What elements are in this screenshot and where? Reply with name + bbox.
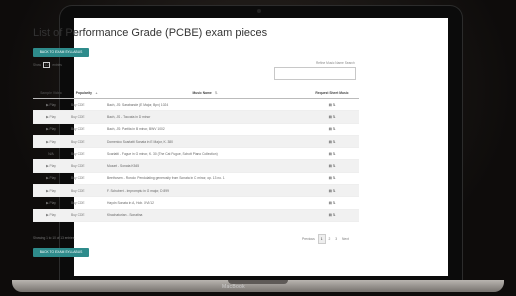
table-row: ▶ Play Buy CDE Bach, JS: Partita in B mi…: [33, 123, 359, 136]
table-row: ▶ Play Buy CDE Khachaturian - Sonatina ▤…: [33, 209, 359, 222]
pager-next[interactable]: Next: [340, 235, 351, 243]
table-row: ▶ Play Buy CDE Domenico Scarlatti Sonata…: [33, 135, 359, 149]
request-sheet-icon[interactable]: ▤ ⇅: [305, 209, 359, 222]
request-sheet-icon[interactable]: ▤ ⇅: [305, 98, 359, 112]
search-input[interactable]: [274, 67, 356, 80]
back-to-syllabus-button-bottom[interactable]: BACK TO EXAM SYLLABUS: [33, 248, 89, 257]
buy-cd-link[interactable]: Buy CDE: [69, 147, 105, 161]
request-sheet-icon[interactable]: ▤ ⇅: [305, 110, 359, 124]
request-sheet-icon[interactable]: ▤ ⇅: [305, 172, 359, 186]
sort-icon: ⇅: [214, 91, 218, 95]
sort-icon: ▲: [94, 91, 99, 95]
search-label: Refine Music Name Search: [316, 61, 355, 65]
show-label: Show: [33, 63, 41, 67]
page-title: List of Performance Grade (PCBE) exam pi…: [33, 27, 268, 39]
music-name: F. Schubert - Impromptu in G major, D 89…: [105, 184, 305, 198]
buy-cd-link[interactable]: Buy CDE: [69, 98, 105, 112]
play-button[interactable]: ▶ Play: [33, 159, 69, 173]
column-header-music-name[interactable]: Music Name ⇅: [105, 88, 305, 99]
buy-cd-link[interactable]: Buy CDE: [69, 172, 105, 186]
table-row: ▶ Play Buy CDE F. Schubert - Impromptu i…: [33, 184, 359, 198]
showing-entries-info: Showing 1 to 10 of 13 entries: [33, 236, 75, 240]
music-name: Haydn Sonata in A, Hob. XVI/12: [105, 196, 305, 210]
play-unavailable: N/A: [33, 147, 69, 161]
request-sheet-icon[interactable]: ▤ ⇅: [305, 135, 359, 149]
request-sheet-icon[interactable]: ▤ ⇅: [305, 147, 359, 161]
music-name: Domenico Scarlatti Sonata in E Major, K.…: [105, 135, 305, 149]
play-button[interactable]: ▶ Play: [33, 184, 69, 198]
music-name: Bach, JS: Sarabande (E Major, Bpv) 1024: [105, 98, 305, 112]
play-button[interactable]: ▶ Play: [33, 98, 69, 112]
table-row: ▶ Play Buy CDE Mozart - Sonata K545 ▤ ⇅: [33, 159, 359, 173]
show-entries: Show 10 entries: [33, 62, 62, 68]
entries-select[interactable]: 10: [42, 62, 51, 68]
music-name: Khachaturian - Sonatina: [105, 209, 305, 222]
buy-cd-link[interactable]: Buy CDE: [69, 123, 105, 136]
table-row: ▶ Play Buy CDE Beethoven - Rondo: Pendul…: [33, 172, 359, 186]
column-header-popularity[interactable]: Popularity ▲: [69, 88, 105, 99]
pager-page-1[interactable]: 1: [317, 234, 326, 244]
request-sheet-icon[interactable]: ▤ ⇅: [305, 159, 359, 173]
column-header-sample-video[interactable]: Sample Video: [33, 88, 69, 99]
laptop-base: [12, 280, 504, 292]
pagination: Previous 1 2 3 Next: [300, 234, 351, 244]
music-name: Beethoven - Rondo: Pendulating generosit…: [105, 172, 305, 186]
music-name: Bach, JS: Partita in B minor, BWV 1002: [105, 123, 305, 136]
column-header-request-sheet-music[interactable]: Request Sheet Music: [305, 88, 359, 99]
table-row: ▶ Play Buy CDE Bach, JS - Toccata in D m…: [33, 110, 359, 124]
pager-page-3[interactable]: 3: [333, 235, 339, 243]
play-button[interactable]: ▶ Play: [33, 172, 69, 186]
table-row: ▶ Play Buy CDE Bach, JS: Sarabande (E Ma…: [33, 98, 359, 112]
music-name: Mozart - Sonata K545: [105, 159, 305, 173]
camera-icon: [257, 9, 261, 13]
table-row: ▶ Play Buy CDE Haydn Sonata in A, Hob. X…: [33, 196, 359, 210]
music-name: Bach, JS - Toccata in D minor: [105, 110, 305, 124]
laptop-brand-label: MacBook: [222, 284, 245, 290]
play-button[interactable]: ▶ Play: [33, 110, 69, 124]
table-header-row: Sample Video Popularity ▲ Music Name ⇅ Req…: [33, 88, 359, 99]
request-sheet-icon[interactable]: ▤ ⇅: [305, 184, 359, 198]
play-button[interactable]: ▶ Play: [33, 123, 69, 136]
buy-cd-link[interactable]: Buy CDE: [69, 209, 105, 222]
pager-previous[interactable]: Previous: [300, 235, 317, 243]
play-button[interactable]: ▶ Play: [33, 209, 69, 222]
buy-cd-link[interactable]: Buy CDE: [69, 159, 105, 173]
request-sheet-icon[interactable]: ▤ ⇅: [305, 123, 359, 136]
table-row: N/A Buy CDE Scarlatti - Fugue in G minor…: [33, 147, 359, 161]
pager-page-2[interactable]: 2: [327, 235, 333, 243]
buy-cd-link[interactable]: Buy CDE: [69, 135, 105, 149]
buy-cd-link[interactable]: Buy CDE: [69, 196, 105, 210]
exam-pieces-table: Sample Video Popularity ▲ Music Name ⇅ Req…: [33, 88, 359, 222]
buy-cd-link[interactable]: Buy CDE: [69, 110, 105, 124]
buy-cd-link[interactable]: Buy CDE: [69, 184, 105, 198]
play-button[interactable]: ▶ Play: [33, 135, 69, 149]
back-to-syllabus-button-top[interactable]: BACK TO EXAM SYLLABUS: [33, 48, 89, 57]
entries-label: entries: [52, 63, 62, 67]
play-button[interactable]: ▶ Play: [33, 196, 69, 210]
request-sheet-icon[interactable]: ▤ ⇅: [305, 196, 359, 210]
music-name: Scarlatti - Fugue in G minor, K. 30 (The…: [105, 147, 305, 161]
